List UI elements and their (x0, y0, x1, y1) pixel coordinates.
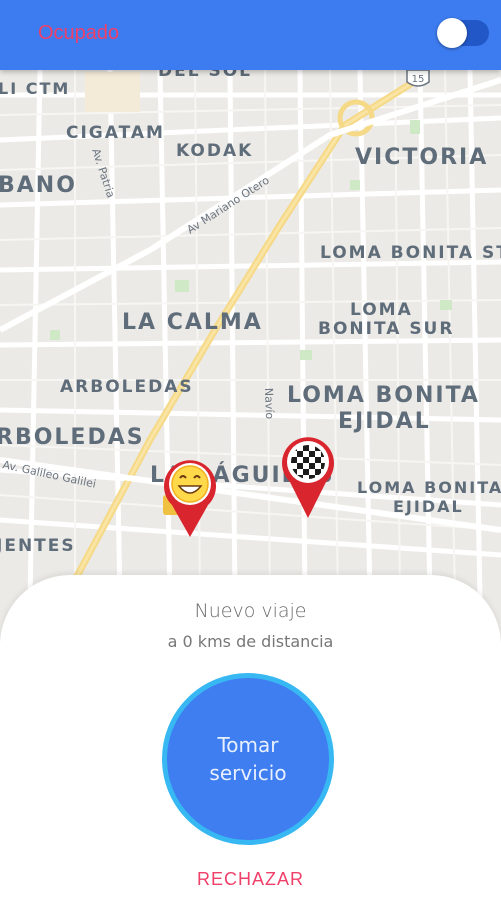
trip-request-sheet: Nuevo viaje a 0 kms de distancia Tomar s… (0, 575, 501, 900)
map-label-ejidal-2: EJIDAL (393, 497, 464, 516)
map-label-jentes: JENTES (0, 536, 76, 556)
toggle-knob (437, 18, 467, 48)
smiley-face-icon (171, 465, 209, 503)
map-label-ctm: LI CTM (0, 79, 70, 98)
map-label-kodak: KODAK (176, 141, 253, 161)
trip-request-title: Nuevo viaje (194, 600, 307, 622)
map-label-arboledas: ARBOLEDAS (60, 377, 194, 397)
svg-text:15: 15 (412, 74, 425, 85)
take-service-label-line2: servicio (209, 761, 287, 785)
map-label-loma-bonita-sta: LOMA BONITA STA (320, 243, 501, 263)
map-label-loma: LOMA (350, 300, 413, 320)
map-label-rboledas: RBOLEDAS (0, 425, 145, 450)
availability-toggle[interactable] (437, 18, 489, 48)
take-service-label-line1: Tomar (217, 733, 279, 757)
app-bar: Ocupado (0, 0, 501, 70)
take-service-label: Tomar servicio (183, 731, 313, 787)
highway-shield-icon: 15 (406, 69, 430, 87)
take-service-button[interactable]: Tomar servicio (162, 673, 334, 845)
map-label-bonita-sur: BONITA SUR (318, 319, 454, 339)
map-label-victoria: VICTORIA (355, 145, 488, 170)
map-label-loma-bonita-ejidal: LOMA BONITA (287, 383, 480, 408)
reject-button[interactable]: RECHAZAR (0, 869, 501, 890)
map-label-loma-bonita-2: LOMA BONITA (357, 478, 501, 497)
sand-area (85, 72, 140, 112)
map-label-ejidal: EJIDAL (338, 409, 431, 434)
map-label-bano: BANO (0, 173, 77, 198)
trip-distance-text: a 0 kms de distancia (167, 632, 334, 651)
status-label: Ocupado (38, 22, 120, 44)
map-label-cigatam: CIGATAM (66, 123, 165, 143)
street-label-navio: Navío (262, 388, 276, 420)
map-label-la-calma: LA CALMA (122, 310, 263, 335)
